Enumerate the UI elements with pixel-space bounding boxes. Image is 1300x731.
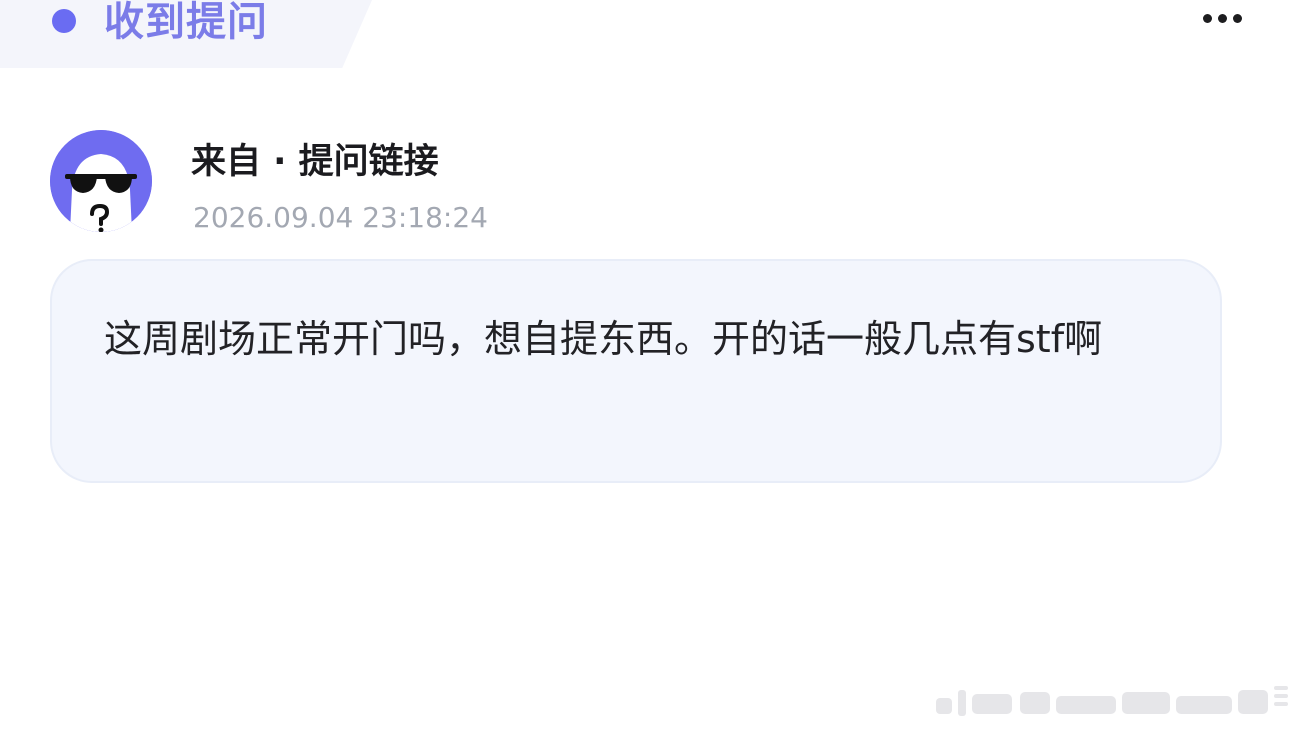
question-card: 这周剧场正常开门吗，想自提东西。开的话一般几点有stf啊	[50, 259, 1222, 483]
more-horizontal-icon	[1202, 13, 1212, 23]
page-title: 收到提问	[104, 0, 268, 45]
more-horizontal-icon	[1232, 13, 1242, 23]
watermark-logo	[936, 686, 1288, 716]
header-dot-icon	[52, 9, 76, 33]
timestamp: 2026.09.04 23:18:24	[193, 201, 488, 234]
anonymous-sunglasses-avatar-icon	[50, 130, 152, 232]
more-horizontal-icon	[1217, 13, 1227, 23]
avatar[interactable]	[50, 130, 152, 232]
more-options-button[interactable]	[1190, 0, 1254, 36]
sender-source-label: 来自 · 提问链接	[191, 142, 439, 182]
question-detail-page: 收到提问 来自 · 提问链接 2026.09.04 23:18:24 这周剧场正…	[0, 0, 1300, 731]
question-text: 这周剧场正常开门吗，想自提东西。开的话一般几点有stf啊	[104, 317, 1103, 361]
